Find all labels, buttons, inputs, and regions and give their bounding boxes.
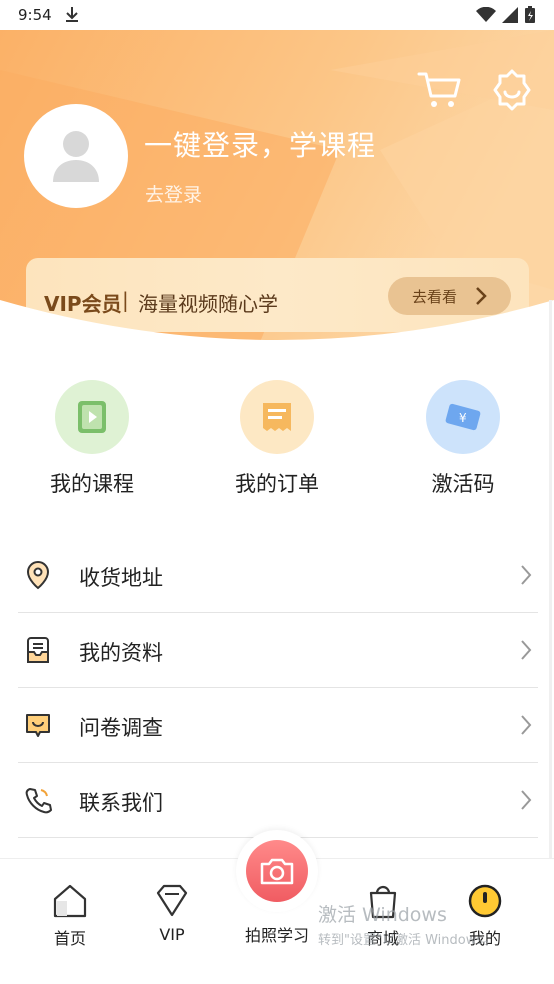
order-icon <box>240 380 314 454</box>
login-link[interactable]: 去登录 <box>145 180 202 207</box>
footer-strip <box>0 954 554 984</box>
settings-button[interactable] <box>489 68 535 112</box>
nav-home[interactable]: 首页 <box>30 881 110 949</box>
profile-header: 一键登录，学课程 去登录 VIP会员 | 海量视频随心学 去看看 <box>0 30 554 342</box>
menu-item-profile[interactable]: 我的资料 <box>18 613 538 688</box>
settings-menu: 收货地址 我的资料 问卷调查 联系我们 <box>18 538 538 838</box>
home-icon <box>50 881 90 921</box>
quick-my-orders[interactable]: 我的订单 <box>212 380 342 498</box>
status-icons <box>476 6 536 28</box>
watermark-subtitle: 转到"设置"以激活 Windows。 <box>318 933 497 948</box>
camera-study-label[interactable]: 拍照学习 <box>236 922 318 946</box>
scroll-edge <box>549 300 552 860</box>
svg-text:¥: ¥ <box>459 411 467 425</box>
chevron-right-icon <box>521 640 532 660</box>
course-icon <box>55 380 129 454</box>
chevron-right-icon <box>521 790 532 810</box>
activation-code-icon: ¥ <box>426 380 500 454</box>
diamond-icon <box>152 881 192 921</box>
location-pin-icon <box>26 560 50 590</box>
gear-icon <box>493 69 531 111</box>
chevron-right-icon <box>521 565 532 585</box>
menu-item-survey[interactable]: 问卷调查 <box>18 688 538 763</box>
user-silhouette-icon <box>53 131 99 182</box>
signal-icon <box>502 7 518 27</box>
phone-icon <box>25 788 52 814</box>
menu-item-address[interactable]: 收货地址 <box>18 538 538 613</box>
menu-label: 联系我们 <box>79 791 163 815</box>
menu-item-contact[interactable]: 联系我们 <box>18 763 538 838</box>
quick-label: 我的订单 <box>235 472 319 496</box>
windows-activation-watermark: 激活 Windows 转到"设置"以激活 Windows。 <box>318 900 496 948</box>
camera-icon <box>246 840 308 902</box>
status-time: 9:54 <box>18 6 52 24</box>
menu-label: 我的资料 <box>79 641 163 665</box>
watermark-title: 激活 Windows <box>318 904 447 926</box>
nav-label: 首页 <box>53 929 86 948</box>
menu-label: 收货地址 <box>79 566 163 590</box>
status-bar: 9:54 <box>0 0 554 30</box>
header-curve <box>0 300 554 360</box>
camera-study-button[interactable] <box>236 830 318 912</box>
wifi-icon <box>476 6 496 27</box>
survey-icon <box>26 714 50 737</box>
nav-label: VIP <box>159 925 185 944</box>
menu-label: 问卷调查 <box>79 716 163 740</box>
quick-actions: 我的课程 我的订单 ¥ 激活码 <box>0 380 554 500</box>
avatar[interactable] <box>24 104 128 208</box>
quick-label: 我的课程 <box>50 472 134 496</box>
cart-button[interactable] <box>416 68 462 112</box>
quick-my-courses[interactable]: 我的课程 <box>27 380 157 498</box>
quick-label: 激活码 <box>431 472 495 496</box>
cart-icon <box>417 72 461 107</box>
chevron-right-icon <box>521 715 532 735</box>
profile-tray-icon <box>27 637 49 663</box>
battery-icon <box>524 6 536 28</box>
login-title[interactable]: 一键登录，学课程 <box>144 124 376 164</box>
nav-vip[interactable]: VIP <box>132 881 212 944</box>
download-icon <box>64 5 80 27</box>
quick-activation-code[interactable]: ¥ 激活码 <box>398 380 528 498</box>
